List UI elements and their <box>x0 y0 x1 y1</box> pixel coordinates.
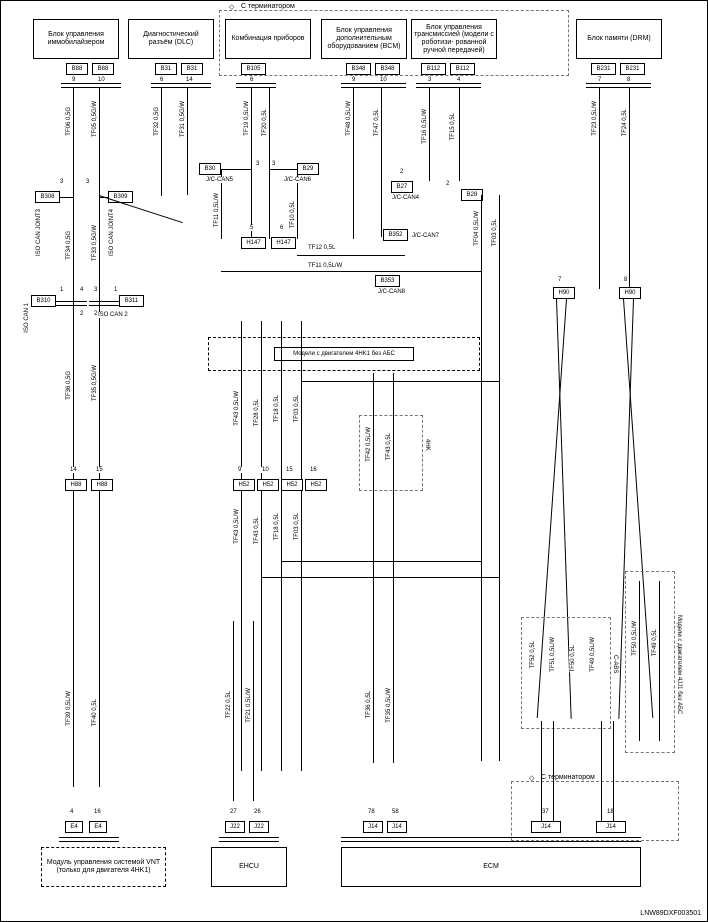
conn-b308: B308 <box>35 191 60 203</box>
wire-label: TF16 0,5L/W <box>421 109 429 144</box>
conn-b348a: B348 <box>346 63 371 75</box>
block-kombi: Комбинация приборов <box>225 19 311 59</box>
block-vnt: Модуль управления системой VNT (только д… <box>41 847 166 887</box>
terminator-bottom: С терминатором <box>541 774 595 781</box>
wire-label: TF06 0,5G <box>65 107 73 136</box>
conn-b30: B30 <box>199 163 221 175</box>
wire-label: TF36 0,5G <box>65 371 73 400</box>
conn-b28: B28 <box>461 189 483 201</box>
wire-label: TF23 0,5L/W <box>591 101 599 136</box>
block-ehcu: EHCU <box>211 847 287 887</box>
block-trans: Блок управления трансмиссией (модели с р… <box>411 19 497 59</box>
conn-h147b: H147 <box>271 237 296 249</box>
wire-label: TF34 0,5G <box>65 231 73 260</box>
conn-b88a: B88 <box>66 63 88 75</box>
conn-b231a: B231 <box>591 63 616 75</box>
conn-b112b: B112 <box>450 63 475 75</box>
conn-h52d: H52 <box>305 479 327 491</box>
conn-h90b: H90 <box>619 287 641 299</box>
label-iso3: ISO CAN JOINT3 <box>35 209 43 256</box>
label-4hk: 4HK <box>423 439 431 451</box>
wire-label: TF20 0,5L <box>261 109 269 136</box>
label-4jj1: Модели с двигателем 4JJ1 без АБС <box>675 615 683 714</box>
block-immob: Блок управления иммобилайзером <box>33 19 119 59</box>
conn-j22b: J22 <box>249 821 269 833</box>
wire-label: TF33 0,5G/W <box>91 225 99 261</box>
conn-h88b: H88 <box>91 479 113 491</box>
wire-label: TF42 0,5L/W <box>365 427 373 462</box>
wire-label: TF12 0,5L <box>307 245 336 251</box>
conn-b112a: B112 <box>421 63 446 75</box>
conn-h88: H88 <box>65 479 87 491</box>
wire-label: TF32 0,5G <box>153 107 161 136</box>
block-bcm: Блок управления дополнительным оборудова… <box>321 19 407 59</box>
block-ecm: ECM <box>341 847 641 887</box>
conn-b31a: B31 <box>155 63 177 75</box>
conn-b352: B352 <box>383 229 408 241</box>
wire-label: TF03 0,5L <box>491 219 499 246</box>
label-iso2: ISO CAN 2 <box>97 312 129 318</box>
conn-h52a: H52 <box>233 479 255 491</box>
terminator-top: С терминатором <box>241 3 295 10</box>
conn-b310: B310 <box>31 295 56 307</box>
conn-h52c: H52 <box>281 479 303 491</box>
conn-e4b: E4 <box>89 821 107 833</box>
wire-label: TF11 0,5L/W <box>213 193 221 227</box>
label-iso4: ISO CAN JOINT4 <box>108 209 116 256</box>
conn-e4a: E4 <box>65 821 83 833</box>
wire-label: TF04 0,5L/W <box>473 211 481 246</box>
wire-label: TF11 0,5L/W <box>307 263 343 269</box>
conn-h90a: H90 <box>553 287 575 299</box>
wire-label: TF24 0,5L <box>621 109 629 136</box>
conn-b231b: B231 <box>620 63 645 75</box>
label-iso1: ISO CAN 1 <box>23 303 31 333</box>
conn-b31b: B31 <box>181 63 203 75</box>
wire-label: TF18 0,5L <box>273 395 281 422</box>
wire-label: TF03 0,5L <box>293 395 301 422</box>
label-jc8: J/C-CAN8 <box>377 289 406 295</box>
label-jc5: J/C-CAN5 <box>205 177 234 183</box>
wire-label: TF05 0,5G/W <box>91 101 99 137</box>
wire-label: TF10 0,5L <box>289 201 297 228</box>
wire-label: TF43 0,5L <box>385 433 393 460</box>
conn-b88b: B88 <box>92 63 114 75</box>
block-diag: Диагностический разъём (DLC) <box>128 19 214 59</box>
conn-b353: B353 <box>375 275 400 287</box>
label-cabs: С-ABS <box>611 655 619 673</box>
wire-label: TF48 0,5L/W <box>345 101 353 136</box>
part-number: LNW89DXF003501 <box>640 910 701 917</box>
conn-j14b: J14 <box>387 821 407 833</box>
wire-label: TF15 0,5L <box>449 113 457 140</box>
note-4hk1: Модели с двигателем 4HK1 без АБС <box>208 337 480 371</box>
wire-label: TF28 0,5L <box>253 399 261 426</box>
conn-b348b: B348 <box>375 63 400 75</box>
conn-b105: B105 <box>241 63 266 75</box>
conn-j22a: J22 <box>225 821 245 833</box>
conn-b311: B311 <box>119 295 144 307</box>
label-jc7: J/C-CAN7 <box>411 233 440 239</box>
conn-h52b: H52 <box>257 479 279 491</box>
wire-label: TF43 0,5L/W <box>233 391 241 426</box>
conn-h147a: H147 <box>241 237 266 249</box>
conn-b27: B27 <box>391 181 413 193</box>
wire-label: TF47 0,5L <box>373 109 381 136</box>
conn-j14a: J14 <box>363 821 383 833</box>
wire-label: TF19 0,5L/W <box>243 101 251 136</box>
wire-label: TF35 0,5G/W <box>91 365 99 401</box>
label-jc6: J/C-CAN6 <box>283 177 312 183</box>
label-jc4: J/C-CAN4 <box>391 195 420 201</box>
conn-b29: B29 <box>297 163 319 175</box>
wire-label: TF31 0,5G/W <box>179 101 187 137</box>
block-drm: Блок памяти (DRM) <box>576 19 662 59</box>
